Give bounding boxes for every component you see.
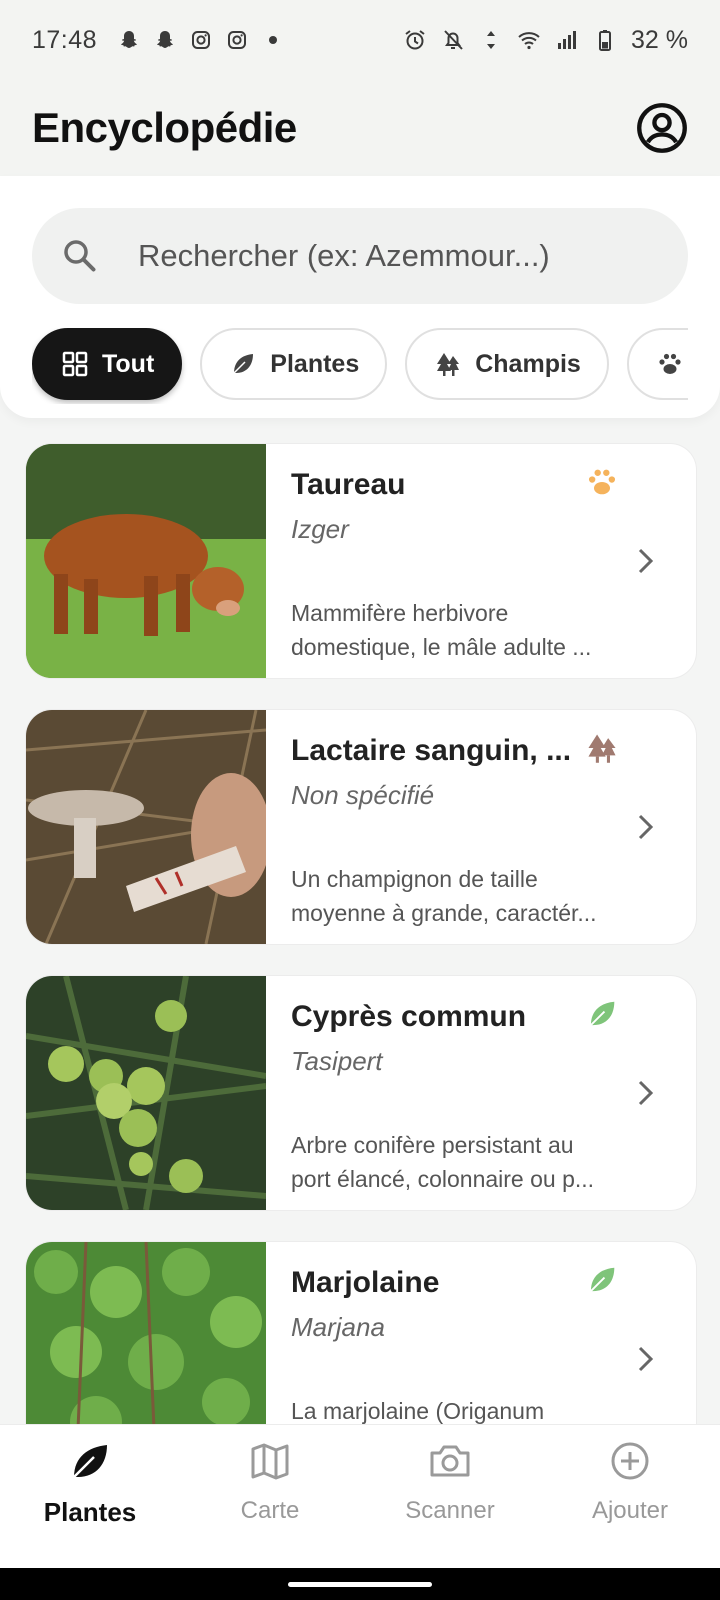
instagram-icon: [228, 31, 247, 49]
data-arrows-icon: [487, 31, 496, 49]
item-subtitle: Tasipert: [291, 1046, 383, 1076]
wifi-icon: [518, 32, 540, 50]
list-item[interactable]: Taureau Izger Mammifère herbivore domest…: [26, 444, 696, 678]
map-icon: [251, 1443, 289, 1480]
filter-chip-plantes[interactable]: Plantes: [200, 328, 388, 400]
item-description-line: moyenne à grande, caractér...: [291, 900, 597, 926]
snapchat-icon: [121, 31, 138, 48]
paw-icon: [588, 469, 616, 495]
nav-label: Ajouter: [591, 1497, 669, 1524]
chevron-right-icon: [638, 1080, 654, 1106]
nav-item-carte[interactable]: Carte: [180, 1425, 360, 1568]
search-bar[interactable]: [32, 208, 688, 304]
item-title: Marjolaine: [291, 1266, 440, 1299]
bell-off-icon: [444, 30, 463, 50]
battery-icon: [599, 30, 612, 51]
nav-item-plantes[interactable]: Plantes: [0, 1425, 180, 1568]
signal-icon: [558, 31, 577, 49]
item-subtitle: Izger: [291, 514, 349, 544]
nav-label: Scanner: [405, 1497, 495, 1524]
leaf-icon: [590, 1267, 615, 1292]
item-description-line: Mammifère herbivore: [291, 600, 509, 626]
filter-chip-champis[interactable]: Champis: [405, 328, 609, 400]
search-panel: Tout Plantes Champis: [0, 176, 720, 418]
item-description-line: domestique, le mâle adulte ...: [291, 634, 592, 660]
filter-chip-label: Tout: [102, 349, 155, 378]
filter-chip-tout[interactable]: Tout: [32, 328, 183, 400]
item-title: Taureau: [291, 468, 406, 501]
status-bar: 17:48 32 %: [0, 0, 720, 80]
instagram-icon: [192, 31, 211, 49]
item-description-line: La marjolaine (Origanum: [291, 1398, 545, 1424]
page-title: Encyclopédie: [32, 104, 297, 151]
filter-chip-label: Plantes: [270, 349, 360, 378]
snapchat-icon: [157, 31, 174, 48]
nav-item-scanner[interactable]: Scanner: [360, 1425, 540, 1568]
add-circle-icon: [611, 1442, 649, 1480]
item-description: La marjolaine (Origanum: [291, 1394, 621, 1428]
trees-icon: [437, 353, 460, 376]
chevron-right-icon: [638, 814, 654, 840]
battery-level: 32 %: [631, 25, 688, 54]
chevron-right-icon: [638, 1346, 654, 1372]
item-image: [26, 976, 266, 1210]
item-description: Arbre conifère persistant au port élancé…: [291, 1128, 621, 1196]
list-item[interactable]: Lactaire sanguin, ... Non spécifié Un ch…: [26, 710, 696, 944]
bottom-navigation: Plantes Carte Scanner Ajouter: [0, 1424, 720, 1568]
nav-item-ajouter[interactable]: Ajouter: [540, 1425, 720, 1568]
grid-icon: [62, 351, 88, 377]
home-indicator[interactable]: [288, 1582, 432, 1587]
search-icon: [64, 240, 96, 272]
paw-icon: [659, 353, 681, 374]
item-title: Cyprès commun: [291, 1000, 527, 1033]
gesture-bar: [0, 1568, 720, 1600]
item-description-line: Un champignon de taille: [291, 866, 538, 892]
trees-icon: [588, 734, 616, 763]
filter-chip-label: Champis: [475, 349, 581, 378]
nav-label: Plantes: [43, 1497, 137, 1527]
nav-label: Carte: [240, 1497, 300, 1524]
alarm-icon: [405, 30, 425, 50]
app-header: Encyclopédie: [0, 80, 720, 176]
camera-icon: [430, 1445, 470, 1477]
filter-chip-animaux[interactable]: [626, 328, 688, 400]
status-time: 17:48: [32, 25, 98, 54]
item-description-line: port élancé, colonnaire ou p...: [291, 1166, 595, 1192]
item-image: [26, 444, 266, 678]
item-subtitle: Marjana: [291, 1312, 385, 1342]
filter-chips: Tout Plantes Champis: [32, 328, 688, 404]
leaf-icon: [73, 1445, 107, 1478]
item-image: [26, 710, 266, 944]
item-subtitle: Non spécifié: [291, 780, 435, 810]
chevron-right-icon: [638, 548, 654, 574]
leaf-icon: [590, 1001, 615, 1026]
leaf-icon: [233, 354, 254, 374]
item-description-line: Arbre conifère persistant au: [291, 1132, 574, 1158]
list-item[interactable]: Cyprès commun Tasipert Arbre conifère pe…: [26, 976, 696, 1210]
item-description: Un champignon de taille moyenne à grande…: [291, 862, 621, 930]
item-description: Mammifère herbivore domestique, le mâle …: [291, 596, 621, 664]
dot-icon: [269, 36, 278, 44]
item-title: Lactaire sanguin, ...: [291, 734, 572, 767]
account-circle-icon[interactable]: [636, 102, 688, 154]
search-input[interactable]: [138, 238, 638, 274]
